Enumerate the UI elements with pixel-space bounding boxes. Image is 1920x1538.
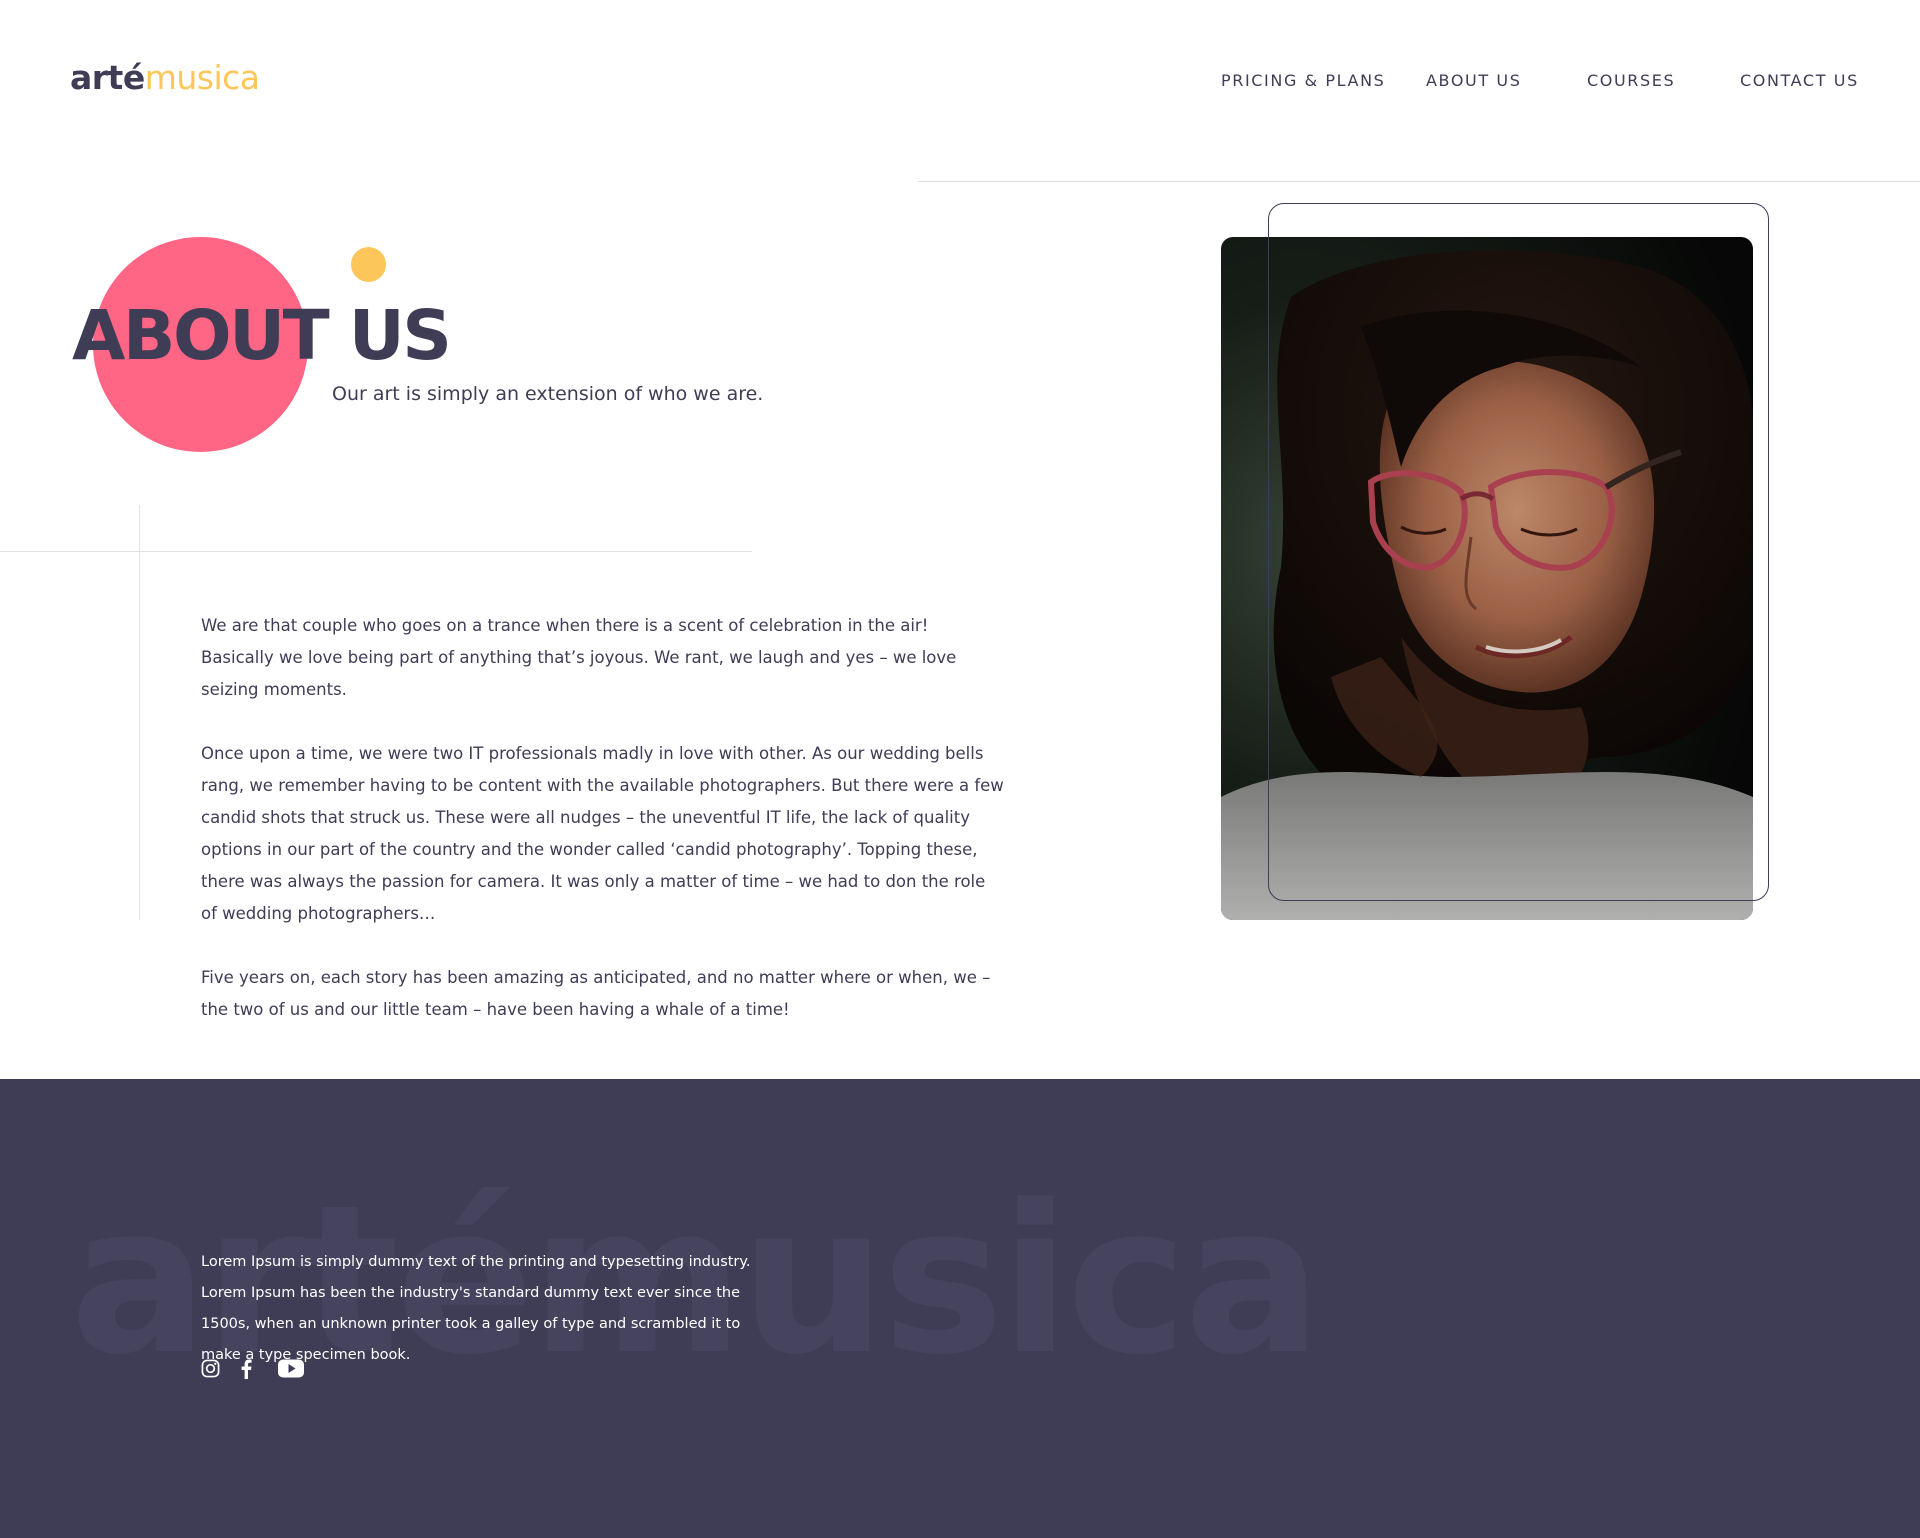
vertical-divider xyxy=(139,505,140,920)
section-divider xyxy=(0,551,752,552)
page: artémusica PRICING & PLANS ABOUT US COUR… xyxy=(0,0,1920,1538)
nav-link-pricing[interactable]: PRICING & PLANS xyxy=(1221,71,1385,90)
nav-link-about[interactable]: ABOUT US xyxy=(1426,71,1521,90)
about-body: We are that couple who goes on a trance … xyxy=(201,610,1006,1058)
main-nav: PRICING & PLANS ABOUT US COURSES CONTACT… xyxy=(0,71,1920,101)
page-subtitle: Our art is simply an extension of who we… xyxy=(332,383,764,405)
facebook-icon[interactable] xyxy=(240,1359,252,1383)
header-divider xyxy=(918,181,1920,182)
about-paragraph: Five years on, each story has been amazi… xyxy=(201,968,991,1019)
footer-description: Lorem Ipsum is simply dummy text of the … xyxy=(201,1254,751,1363)
site-footer: artémusica Lorem Ipsum is simply dummy t… xyxy=(0,1079,1920,1538)
page-title: ABOUT US xyxy=(72,296,452,376)
decorative-yellow-dot xyxy=(351,247,386,282)
portrait-photo-art xyxy=(1221,237,1753,920)
instagram-icon[interactable] xyxy=(201,1359,220,1382)
portrait-photo xyxy=(1221,237,1753,920)
nav-link-contact[interactable]: CONTACT US xyxy=(1740,71,1859,90)
youtube-icon[interactable] xyxy=(278,1359,304,1382)
about-paragraph: Once upon a time, we were two IT profess… xyxy=(201,744,1004,923)
nav-link-courses[interactable]: COURSES xyxy=(1587,71,1675,90)
about-paragraph: We are that couple who goes on a trance … xyxy=(201,616,957,699)
